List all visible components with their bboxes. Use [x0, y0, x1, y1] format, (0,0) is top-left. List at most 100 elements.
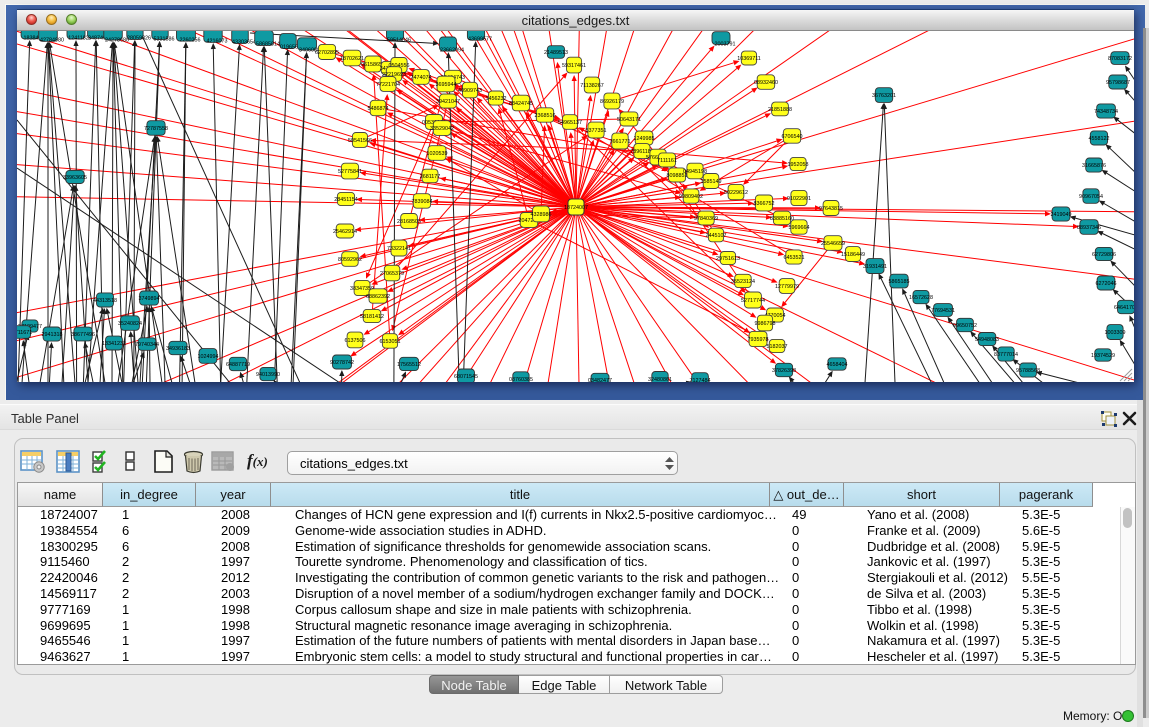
svg-text:34936183: 34936183	[166, 346, 190, 352]
svg-text:88937346: 88937346	[1077, 225, 1101, 231]
svg-text:83885160: 83885160	[770, 216, 794, 222]
svg-text:7935978: 7935978	[748, 337, 769, 343]
svg-text:28451154: 28451154	[334, 197, 358, 203]
svg-text:4658404: 4658404	[827, 362, 848, 368]
svg-text:59317461: 59317461	[562, 63, 586, 69]
svg-text:99650752: 99650752	[953, 323, 977, 329]
svg-text:3749894: 3749894	[139, 296, 160, 302]
svg-text:86926179: 86926179	[600, 99, 624, 105]
svg-text:62702895: 62702895	[315, 50, 339, 56]
svg-text:7111161: 7111161	[657, 158, 677, 164]
svg-text:25462914: 25462914	[333, 229, 357, 235]
svg-text:1249985: 1249985	[634, 136, 655, 142]
svg-text:35523124: 35523124	[731, 279, 755, 285]
svg-text:74348734: 74348734	[1094, 109, 1118, 115]
svg-text:62729806: 62729806	[1092, 252, 1116, 258]
svg-text:94013990: 94013990	[256, 372, 280, 378]
svg-text:2941318: 2941318	[42, 332, 63, 338]
svg-text:33529042: 33529042	[430, 126, 454, 132]
svg-text:5377351: 5377351	[586, 128, 607, 134]
svg-text:50229612: 50229612	[724, 190, 748, 196]
svg-text:37826398: 37826398	[772, 368, 796, 374]
svg-text:79740344: 79740344	[135, 342, 159, 348]
svg-text:18724007: 18724007	[564, 205, 588, 211]
svg-text:31931491: 31931491	[863, 264, 887, 270]
svg-text:19374529: 19374529	[1091, 353, 1115, 359]
svg-text:73322141: 73322141	[387, 246, 411, 252]
svg-text:3695944: 3695944	[436, 82, 457, 88]
svg-text:88424745: 88424745	[509, 101, 533, 107]
svg-text:7661771: 7661771	[610, 139, 631, 145]
svg-text:4328986: 4328986	[531, 212, 552, 218]
svg-text:54965137: 54965137	[558, 120, 582, 126]
svg-text:97840369: 97840369	[694, 216, 718, 222]
svg-text:1024994: 1024994	[198, 354, 219, 360]
svg-text:90967054: 90967054	[1079, 194, 1103, 200]
svg-text:6453521: 6453521	[784, 255, 805, 261]
svg-text:31665876: 31665876	[1082, 163, 1106, 169]
svg-text:50541566: 50541566	[348, 138, 372, 144]
svg-text:72787558: 72787558	[144, 126, 168, 132]
svg-text:2419049: 2419049	[1051, 212, 1072, 218]
svg-text:4711671: 4711671	[17, 330, 32, 336]
svg-text:7474074: 7474074	[411, 75, 432, 81]
svg-text:4558122: 4558122	[1089, 136, 1110, 142]
svg-text:42784980: 42784980	[40, 38, 64, 44]
svg-text:6272046: 6272046	[1096, 281, 1117, 287]
svg-text:95788568: 95788568	[1016, 368, 1040, 374]
svg-text:6137506: 6137506	[345, 338, 366, 344]
svg-text:77221704: 77221704	[376, 82, 400, 88]
svg-text:25546659: 25546659	[821, 241, 845, 247]
svg-text:90278742: 90278742	[330, 360, 354, 366]
svg-text:99809402: 99809402	[679, 194, 703, 200]
svg-text:33963605: 33963605	[63, 175, 87, 181]
svg-text:8366752: 8366752	[754, 201, 775, 207]
svg-text:2445107: 2445107	[706, 233, 727, 239]
svg-text:21489513: 21489513	[544, 50, 568, 56]
svg-text:35240824: 35240824	[118, 321, 142, 327]
svg-text:03482477: 03482477	[588, 378, 612, 382]
svg-text:08760385: 08760385	[509, 377, 533, 382]
svg-text:64887719: 64887719	[226, 362, 250, 368]
svg-text:39421047: 39421047	[436, 99, 460, 105]
svg-text:2368516: 2368516	[535, 113, 556, 119]
svg-text:29751613: 29751613	[716, 256, 740, 262]
svg-text:1020539: 1020539	[427, 151, 448, 157]
svg-text:59514846: 59514846	[387, 38, 411, 44]
svg-text:12779979: 12779979	[775, 284, 799, 290]
svg-text:68862392: 68862392	[366, 294, 390, 300]
svg-text:24278680: 24278680	[105, 38, 129, 44]
svg-text:04945198: 04945198	[683, 169, 707, 175]
svg-text:97643815: 97643815	[819, 206, 843, 212]
svg-text:2681177: 2681177	[420, 174, 441, 180]
svg-text:64641708: 64641708	[1114, 305, 1134, 311]
svg-text:43699577: 43699577	[468, 37, 492, 43]
svg-text:87083172: 87083172	[1108, 56, 1132, 62]
svg-text:7127484: 7127484	[690, 378, 711, 382]
svg-text:1952058: 1952058	[788, 162, 809, 168]
svg-text:40909743: 40909743	[458, 88, 482, 94]
svg-text:23662994: 23662994	[440, 48, 464, 54]
svg-text:58685014: 58685014	[256, 42, 280, 48]
svg-text:08932460: 08932460	[754, 80, 778, 86]
svg-text:38677496: 38677496	[71, 332, 95, 338]
svg-text:83777014: 83777014	[994, 352, 1018, 358]
svg-text:36763201: 36763201	[872, 93, 896, 99]
svg-text:71138267: 71138267	[580, 83, 604, 89]
svg-text:9986798: 9986798	[755, 321, 776, 327]
svg-text:21851888: 21851888	[768, 107, 792, 113]
svg-text:68071545: 68071545	[454, 374, 478, 380]
svg-text:52775841: 52775841	[338, 169, 362, 175]
svg-text:6706540: 6706540	[782, 134, 803, 140]
svg-text:52717744: 52717744	[741, 298, 765, 304]
svg-text:50643171: 50643171	[617, 117, 641, 123]
svg-text:6153051: 6153051	[380, 339, 401, 345]
svg-text:15186449: 15186449	[841, 252, 865, 258]
svg-text:1585149: 1585149	[701, 179, 722, 185]
svg-text:5865185: 5865185	[889, 279, 910, 285]
svg-text:80592962: 80592962	[338, 257, 362, 263]
svg-text:44313518: 44313518	[93, 298, 117, 304]
svg-text:17565512: 17565512	[397, 362, 421, 368]
svg-text:2260256: 2260256	[180, 38, 201, 44]
svg-text:91022901: 91022901	[787, 196, 811, 202]
